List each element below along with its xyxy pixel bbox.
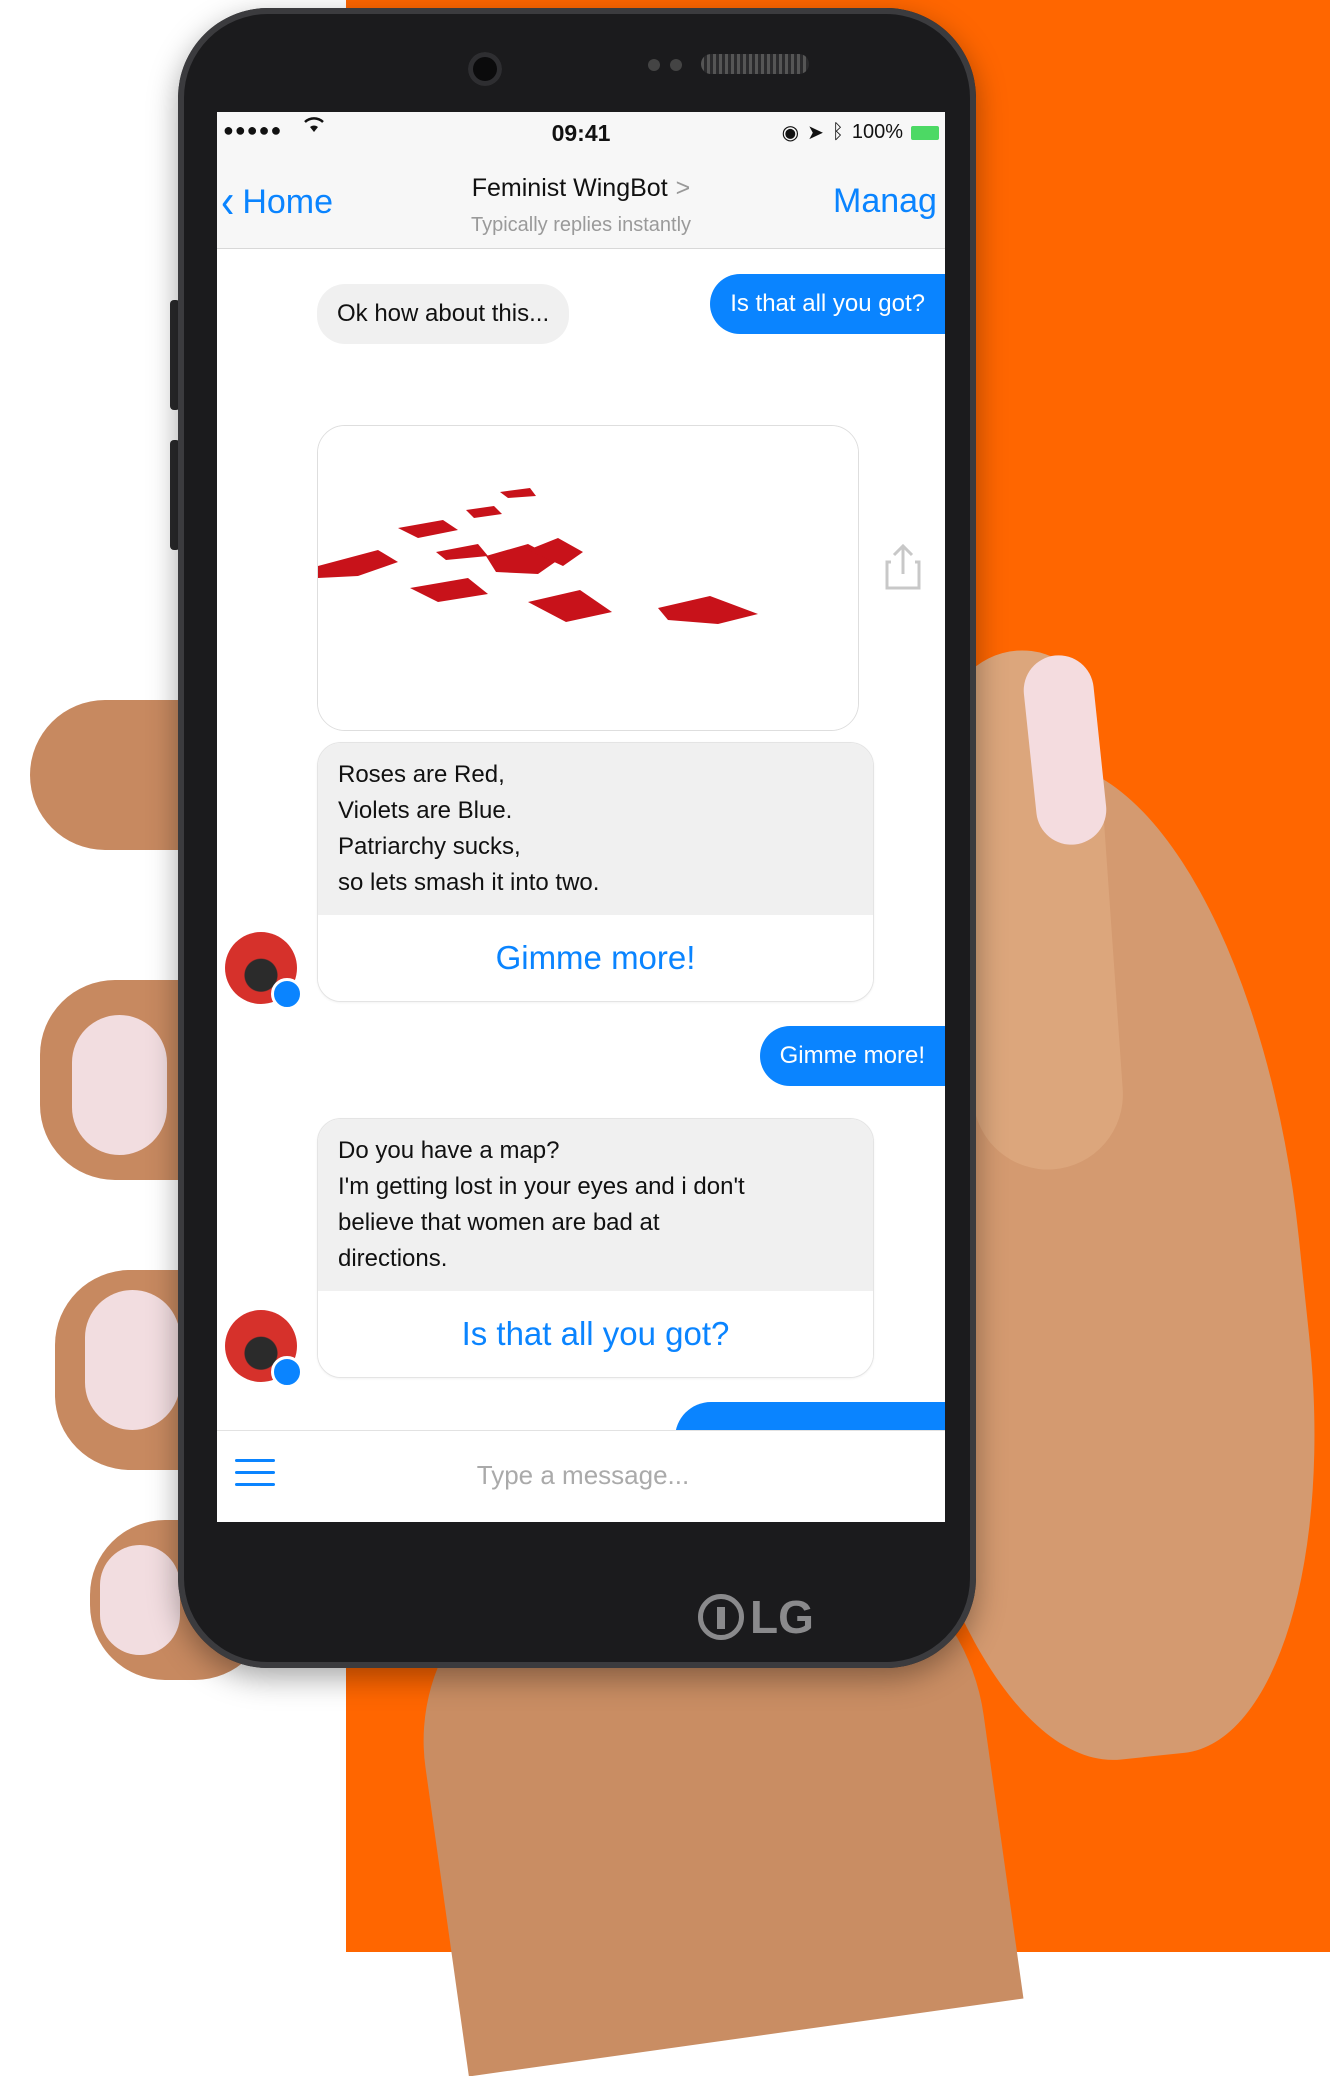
poem-line: Roses are Red, — [338, 761, 505, 788]
gimme-more-button[interactable]: Gimme more! — [318, 915, 873, 1001]
manage-button[interactable]: Manag — [833, 182, 937, 221]
finger-nail — [85, 1290, 180, 1430]
brand-logo: LG — [698, 1590, 814, 1644]
finger-nail — [100, 1545, 180, 1655]
conversation-header: ‹ Home Feminist WingBot > Typically repli… — [217, 152, 945, 249]
poem-text: Roses are Red, Violets are Blue. Patriar… — [318, 743, 873, 915]
outgoing-message: Is that all you got? — [710, 274, 945, 334]
battery-icon — [911, 125, 939, 140]
bot-avatar — [225, 1310, 303, 1388]
pickup-line: believe that women are bad at — [338, 1209, 660, 1236]
pickup-line: Do you have a map? — [338, 1137, 560, 1164]
finger-nail — [72, 1015, 167, 1155]
image-attachment[interactable] — [317, 425, 859, 731]
incoming-message: Ok how about this... — [317, 284, 570, 344]
title-chevron-icon: > — [675, 174, 691, 202]
bot-avatar — [225, 932, 303, 1010]
brand-label: LG — [750, 1591, 814, 1643]
pickup-line: directions. — [338, 1245, 448, 1272]
messenger-badge-icon — [271, 1356, 303, 1388]
rose-petals-image — [318, 426, 858, 730]
pickup-line: I'm getting lost in your eyes and i don'… — [338, 1173, 745, 1200]
status-right: ◉ ➤ ᛒ 100% — [782, 120, 939, 145]
poem-card: Roses are Red, Violets are Blue. Patriar… — [317, 742, 874, 1002]
poem-line: Patriarchy sucks, — [338, 833, 521, 860]
share-icon[interactable] — [883, 542, 923, 592]
location-icon: ➤ — [807, 122, 824, 144]
messenger-badge-icon — [271, 978, 303, 1010]
sensor — [648, 59, 660, 71]
outgoing-message: Gimme more! — [759, 1026, 945, 1086]
bot-name: Feminist WingBot — [471, 174, 668, 202]
bluetooth-icon: ᛒ — [831, 121, 844, 143]
pickup-line-card: Do you have a map? I'm getting lost in y… — [317, 1118, 874, 1378]
poem-line: Violets are Blue. — [338, 797, 513, 824]
pickup-text: Do you have a map? I'm getting lost in y… — [318, 1119, 873, 1291]
sensor — [670, 59, 682, 71]
phone-screen: ●●●●● 09:41 ◉ ➤ ᛒ 100% ‹ Home Feminist W… — [217, 112, 945, 1522]
composer-bar — [217, 1430, 945, 1522]
message-input[interactable] — [217, 1459, 945, 1492]
lock-rotation-icon: ◉ — [781, 122, 800, 144]
is-that-all-button[interactable]: Is that all you got? — [318, 1291, 873, 1377]
lg-logo-icon — [698, 1594, 744, 1640]
earpiece-speaker — [701, 54, 809, 74]
poem-line: so lets smash it into two. — [338, 869, 600, 896]
front-camera — [468, 52, 502, 86]
status-bar: ●●●●● 09:41 ◉ ➤ ᛒ 100% — [217, 112, 945, 152]
battery-percent: 100% — [851, 121, 903, 143]
